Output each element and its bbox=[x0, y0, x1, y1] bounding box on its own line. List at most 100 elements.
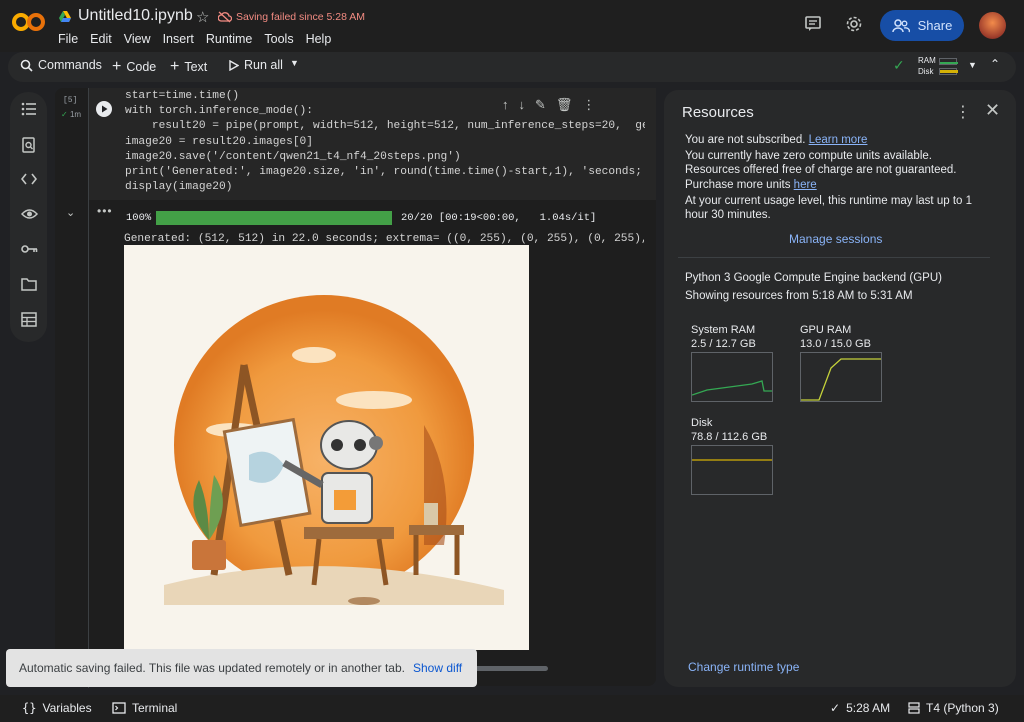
code-snippets-icon[interactable] bbox=[20, 172, 38, 190]
metric-value: 13.0 / 15.0 GB bbox=[800, 337, 871, 350]
change-runtime-type-link[interactable]: Change runtime type bbox=[688, 660, 799, 674]
disk-metric: Disk 78.8 / 112.6 GB bbox=[691, 417, 767, 444]
disk-label: Disk bbox=[918, 67, 934, 76]
output-text: Generated: (512, 512) in 22.0 seconds; e… bbox=[124, 233, 644, 245]
resource-dropdown-icon[interactable]: ▼ bbox=[968, 60, 977, 70]
system-ram-chart bbox=[691, 352, 773, 402]
usage-info: At your current usage level, this runtim… bbox=[685, 195, 972, 222]
code-line: result20 = pipe(prompt, width=512, heigh… bbox=[125, 120, 645, 133]
add-text-button[interactable]: + Text bbox=[170, 58, 207, 76]
output-actions-icon[interactable]: ••• bbox=[97, 204, 113, 218]
share-label: Share bbox=[917, 18, 953, 33]
more-vert-icon[interactable]: ⋮ bbox=[955, 102, 971, 122]
user-avatar[interactable] bbox=[979, 12, 1006, 39]
generated-robot-painting-image bbox=[124, 245, 529, 650]
metric-name: Disk bbox=[691, 417, 713, 429]
menu-tools[interactable]: Tools bbox=[264, 32, 293, 46]
check-icon: ✓ bbox=[830, 701, 841, 715]
metric-value: 2.5 / 12.7 GB bbox=[691, 337, 756, 350]
drive-icon bbox=[58, 10, 72, 24]
move-down-arrow-icon[interactable]: ↓ bbox=[519, 97, 526, 113]
save-status-text: Saving failed since 5:28 AM bbox=[236, 11, 365, 23]
comment-icon[interactable] bbox=[804, 15, 822, 38]
execution-time: ✓ 1m bbox=[61, 110, 81, 119]
notebook-title[interactable]: Untitled10.ipynb bbox=[78, 7, 193, 25]
close-icon[interactable]: ✕ bbox=[985, 100, 1000, 121]
last-run-status[interactable]: ✓ 5:28 AM bbox=[830, 701, 890, 715]
menu-help[interactable]: Help bbox=[306, 32, 332, 46]
files-folder-icon[interactable] bbox=[20, 277, 38, 295]
menu-runtime[interactable]: Runtime bbox=[206, 32, 253, 46]
metric-name: System RAM bbox=[691, 324, 756, 336]
move-up-arrow-icon[interactable]: ↑ bbox=[502, 97, 509, 113]
gpu-ram-chart bbox=[800, 352, 882, 402]
play-icon bbox=[229, 59, 239, 71]
add-code-label: Code bbox=[126, 60, 157, 74]
variables-eye-icon[interactable] bbox=[20, 207, 38, 225]
runtime-label: T4 (Python 3) bbox=[926, 701, 999, 715]
code-line: print('Generated:', image20.size, 'in', … bbox=[125, 166, 645, 179]
terminal-icon bbox=[112, 702, 126, 714]
run-cell-button[interactable] bbox=[96, 101, 112, 117]
execution-count: [5] bbox=[63, 96, 78, 105]
commands-button[interactable]: Commands bbox=[20, 58, 102, 72]
menu-file[interactable]: File bbox=[58, 32, 78, 46]
compute-units-text: You currently have zero compute units av… bbox=[685, 150, 957, 191]
metric-name: GPU RAM bbox=[800, 324, 852, 336]
resource-indicator[interactable]: RAM Disk bbox=[918, 55, 936, 77]
code-line: image20.save('/content/qwen21_t4_nf4_20s… bbox=[125, 150, 461, 163]
show-diff-button[interactable]: Show diff bbox=[413, 661, 462, 675]
not-subscribed-text: You are not subscribed. bbox=[685, 134, 806, 146]
data-table-icon[interactable] bbox=[20, 312, 38, 330]
progress-bar bbox=[156, 211, 392, 225]
metric-value: 78.8 / 112.6 GB bbox=[691, 430, 768, 443]
learn-more-link[interactable]: Learn more bbox=[809, 134, 868, 146]
collapse-chevron-up-icon[interactable]: ⌃ bbox=[990, 57, 1000, 71]
share-button[interactable]: Share bbox=[880, 10, 964, 41]
menu-edit[interactable]: Edit bbox=[90, 32, 112, 46]
cloud-off-icon bbox=[218, 11, 232, 23]
menu-insert[interactable]: Insert bbox=[163, 32, 194, 46]
variables-button[interactable]: {} Variables bbox=[22, 701, 92, 715]
runtime-info[interactable]: T4 (Python 3) bbox=[908, 701, 999, 715]
compute-units-info: You currently have zero compute units av… bbox=[685, 149, 985, 192]
toast-message: Automatic saving failed. This file was u… bbox=[19, 661, 405, 675]
more-vert-icon[interactable]: ⋮ bbox=[582, 97, 595, 113]
check-icon: ✓ bbox=[61, 110, 68, 119]
progress-bar-fill bbox=[156, 211, 392, 225]
resource-mini-bars bbox=[939, 56, 958, 78]
progress-info: 20/20 [00:19<00:00, 1.04s/it] bbox=[401, 212, 597, 224]
output-horizontal-scrollbar[interactable] bbox=[470, 666, 548, 671]
plus-icon: + bbox=[170, 58, 180, 75]
backend-info: Python 3 Google Compute Engine backend (… bbox=[685, 272, 942, 284]
commands-label: Commands bbox=[38, 58, 102, 72]
code-line: image20 = result20.images[0] bbox=[125, 135, 313, 148]
secrets-key-icon[interactable] bbox=[20, 242, 38, 260]
progress-percent: 100% bbox=[126, 212, 152, 224]
colab-logo[interactable] bbox=[12, 11, 46, 35]
cell-toolbar: ↑ ↓ ✎ 🗑 ⋮ bbox=[502, 97, 595, 113]
star-icon[interactable]: ☆ bbox=[196, 8, 209, 26]
table-of-contents-icon[interactable] bbox=[20, 102, 38, 120]
plus-icon: + bbox=[112, 58, 122, 75]
people-icon bbox=[891, 18, 910, 32]
resources-divider bbox=[678, 257, 990, 258]
server-icon bbox=[908, 702, 920, 714]
settings-gear-icon[interactable] bbox=[845, 15, 863, 38]
collapse-output-chevron-icon[interactable]: ⌄ bbox=[66, 206, 75, 219]
add-code-button[interactable]: + Code bbox=[112, 58, 156, 76]
subscription-info: You are not subscribed. Learn more bbox=[685, 133, 985, 147]
code-line: display(image20) bbox=[125, 181, 233, 194]
run-all-dropdown-icon[interactable]: ▼ bbox=[290, 58, 299, 68]
run-all-button[interactable]: Run all bbox=[229, 58, 283, 72]
edit-pencil-icon[interactable]: ✎ bbox=[535, 97, 546, 113]
menu-view[interactable]: View bbox=[124, 32, 151, 46]
purchase-here-link[interactable]: here bbox=[794, 179, 817, 191]
manage-sessions-link[interactable]: Manage sessions bbox=[789, 232, 882, 246]
delete-trash-icon[interactable]: 🗑 bbox=[556, 97, 573, 113]
terminal-button[interactable]: Terminal bbox=[112, 701, 177, 715]
save-status[interactable]: Saving failed since 5:28 AM bbox=[218, 11, 365, 23]
resources-title: Resources bbox=[682, 104, 754, 121]
find-replace-icon[interactable] bbox=[20, 137, 38, 155]
search-icon bbox=[20, 59, 33, 72]
